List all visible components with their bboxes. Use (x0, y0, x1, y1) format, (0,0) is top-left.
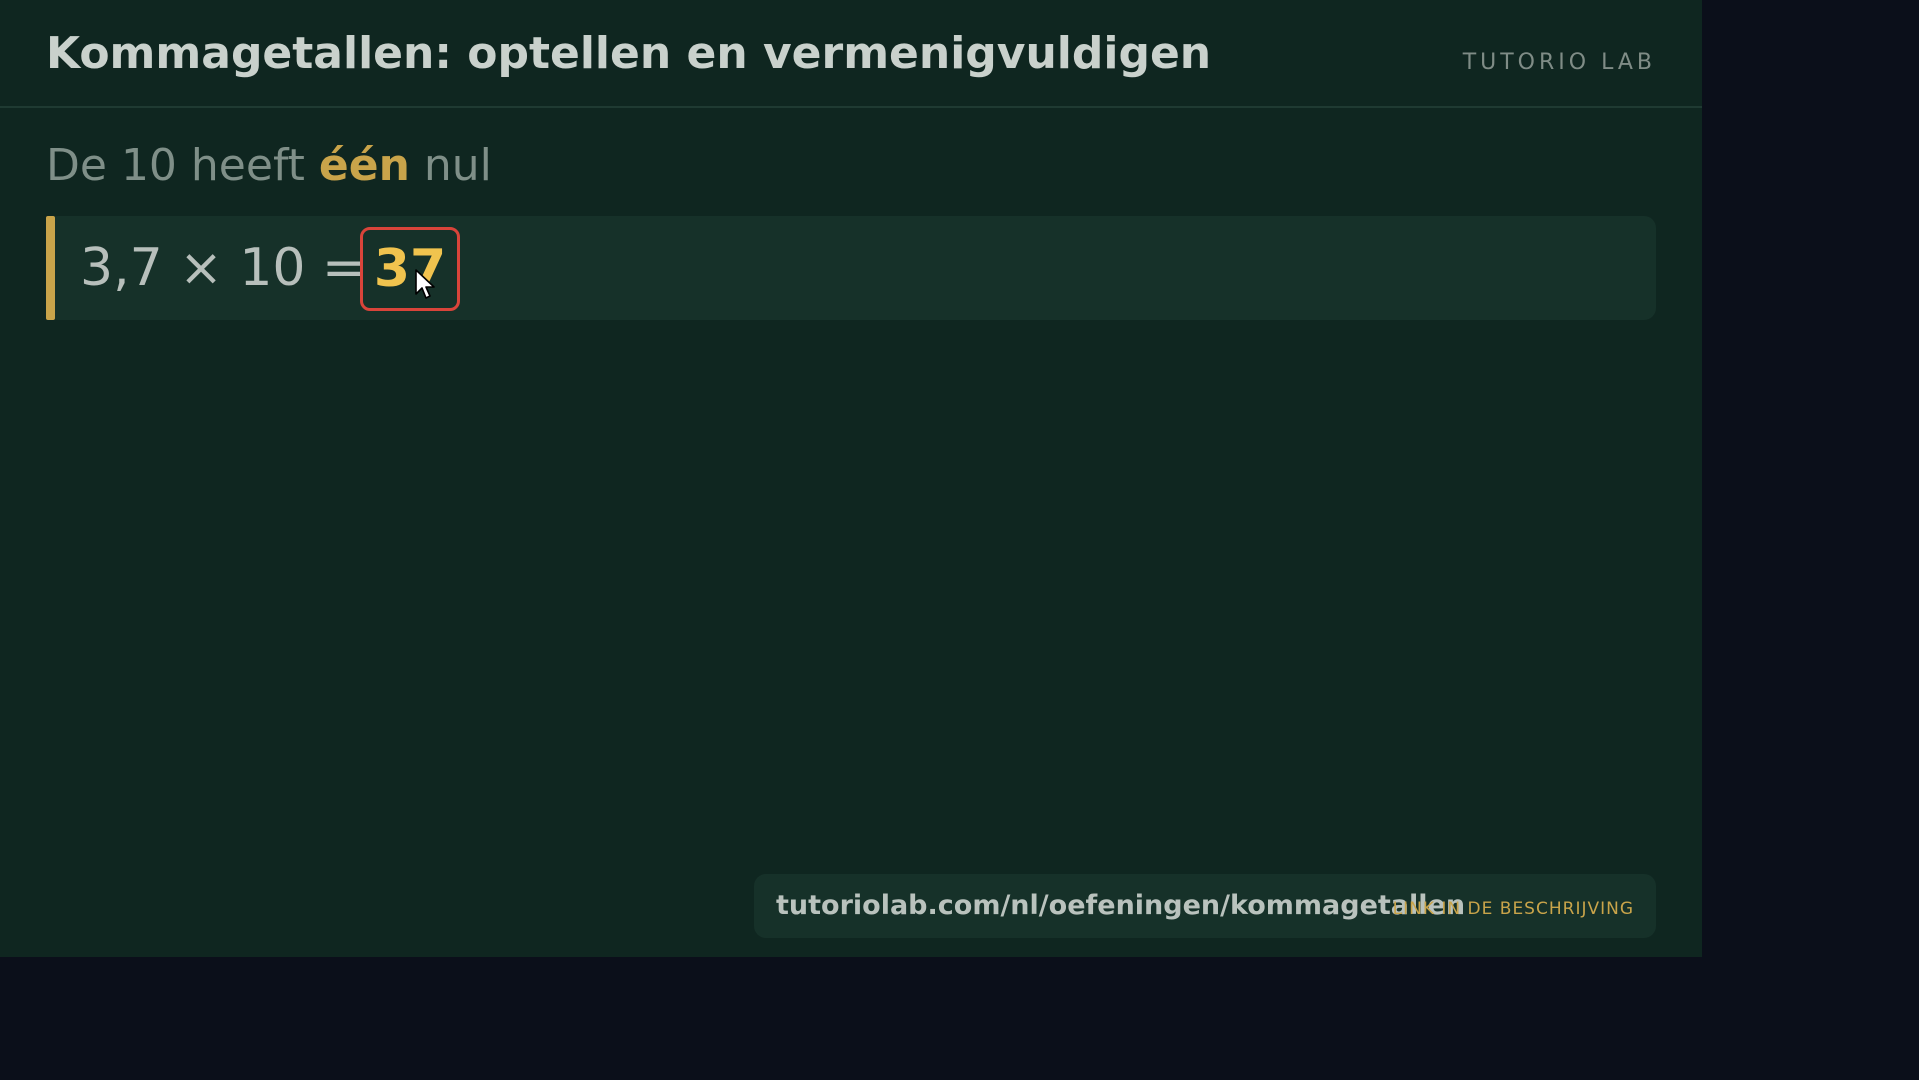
equation-expression: 3,7 × 10 = (80, 238, 366, 298)
subtitle-prefix: De 10 heeft (46, 140, 319, 191)
mouse-pointer-icon (415, 269, 435, 299)
footer-url[interactable]: tutoriolab.com/nl/oefeningen/kommagetall… (776, 890, 1465, 921)
header: Kommagetallen: optellen en vermenigvuldi… (0, 0, 1702, 108)
footer-note: LINK IN DE BESCHRIJVING (1392, 899, 1634, 919)
subtitle-suffix: nul (409, 140, 492, 191)
equation-panel: 3,7 × 10 = 37 (46, 216, 1656, 320)
footer-link-panel: tutoriolab.com/nl/oefeningen/kommagetall… (754, 874, 1656, 938)
board: Kommagetallen: optellen en vermenigvuldi… (0, 0, 1702, 957)
subtitle-highlight: één (318, 140, 410, 191)
answer-box[interactable]: 37 (360, 227, 460, 311)
brand-label: TUTORIO LAB (1462, 50, 1656, 75)
subtitle: De 10 heeft één nul (46, 140, 492, 191)
page-title: Kommagetallen: optellen en vermenigvuldi… (46, 28, 1212, 79)
accent-bar (46, 216, 55, 320)
